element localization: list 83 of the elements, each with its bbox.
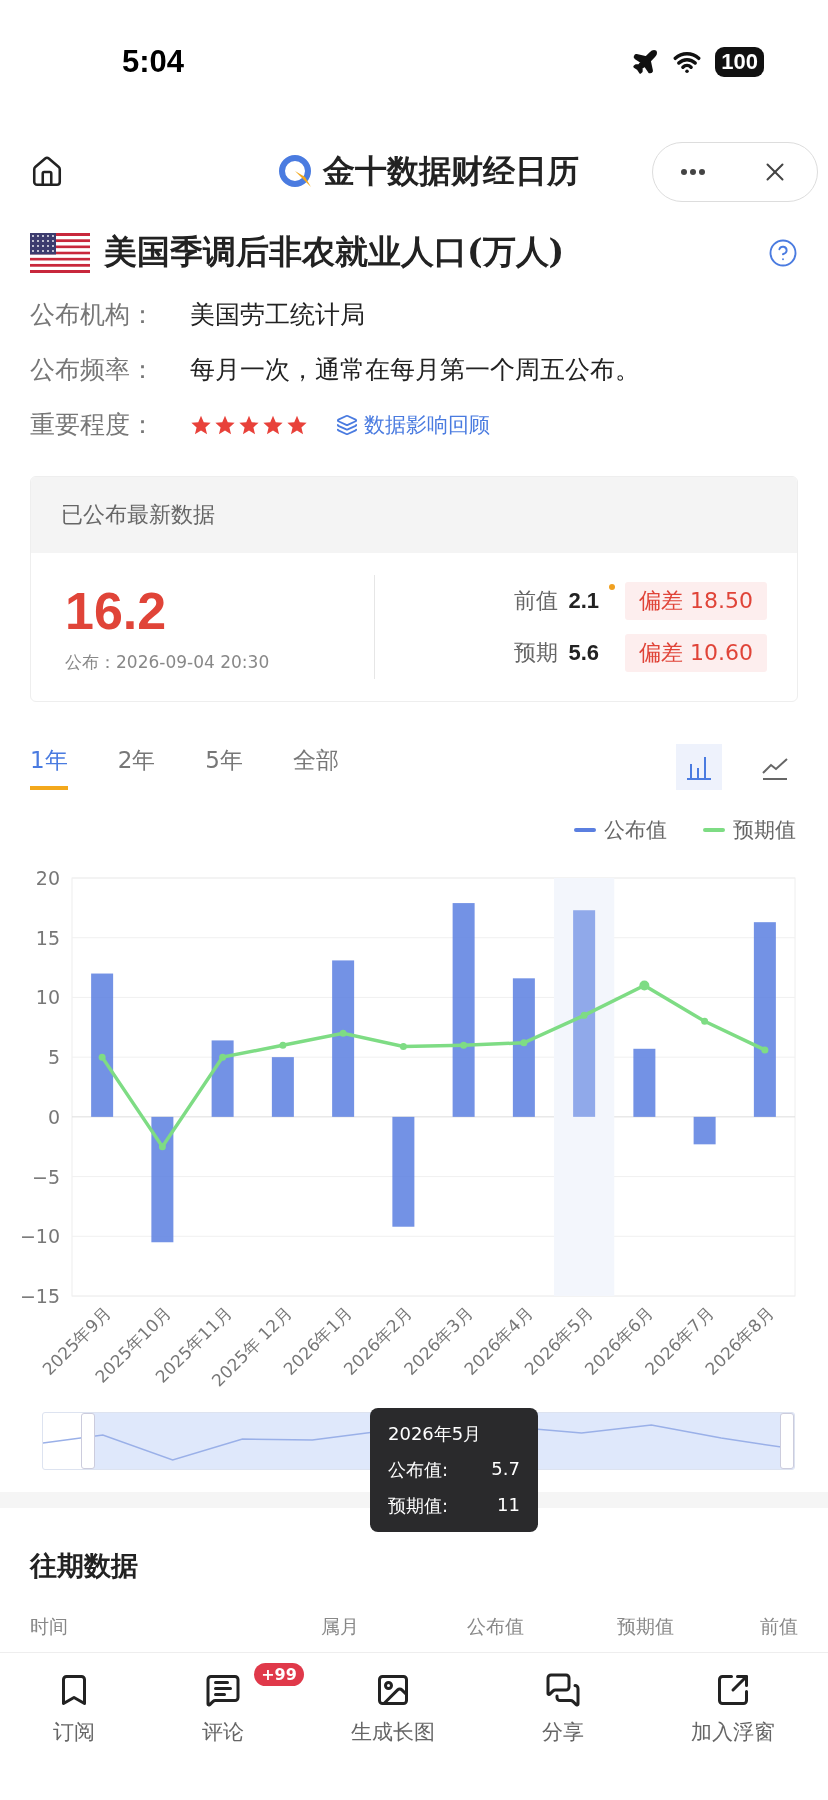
bar[interactable] xyxy=(512,978,535,1117)
info-value: 美国劳工统计局 xyxy=(190,299,365,331)
line-point xyxy=(279,1041,287,1049)
nav-button[interactable]: 订阅 xyxy=(47,1671,102,1761)
column-header: 前值 xyxy=(759,1614,798,1639)
chat-bubbles-icon xyxy=(544,1672,581,1708)
section-title: 往期数据 xyxy=(28,1549,139,1583)
bar-chart-button[interactable] xyxy=(676,744,722,790)
battery-level: 100 xyxy=(715,47,764,77)
count-badge: +99 xyxy=(254,1663,304,1686)
line-point xyxy=(761,1046,769,1054)
y-tick-label: 0 xyxy=(47,1105,60,1128)
line-point xyxy=(701,1017,709,1025)
bar[interactable] xyxy=(753,922,776,1117)
more-icon xyxy=(680,169,705,175)
value-number: 5.6 xyxy=(568,640,599,666)
status-time: 5:04 xyxy=(122,44,185,80)
nav-button[interactable]: 生成长图 xyxy=(345,1671,441,1761)
info-label: 公布频率： xyxy=(30,354,156,386)
layers-icon xyxy=(336,413,358,436)
line-point xyxy=(219,1053,227,1061)
tooltip-value: 5.7 xyxy=(491,1458,520,1481)
review-link[interactable]: 数据影响回顾 xyxy=(336,410,490,439)
range-tab[interactable]: 全部 xyxy=(292,744,339,790)
publish-time: 公布：2026-09-04 20:30 xyxy=(65,650,271,674)
line-point xyxy=(98,1053,106,1061)
y-tick-label: 15 xyxy=(35,926,60,949)
line-point xyxy=(580,1011,588,1019)
info-label: 公布机构： xyxy=(30,299,156,331)
image-icon xyxy=(375,1672,411,1708)
value-number: 2.1 xyxy=(568,588,599,614)
line-point xyxy=(639,980,650,991)
info-label: 重要程度： xyxy=(30,409,156,441)
line-point xyxy=(460,1041,468,1049)
column-header: 公布值 xyxy=(465,1614,525,1639)
bar[interactable] xyxy=(332,960,355,1117)
home-icon[interactable] xyxy=(30,155,64,189)
bar[interactable] xyxy=(211,1040,234,1117)
range-tab[interactable]: 5年 xyxy=(205,744,243,790)
line-point xyxy=(520,1039,528,1047)
info-value: 每月一次，通常在每月第一个周五公布。 xyxy=(190,354,640,386)
bar[interactable] xyxy=(693,1116,716,1145)
tooltip-label: 公布值: xyxy=(388,1458,449,1482)
tooltip-title: 2026年5月 xyxy=(388,1422,483,1446)
line-point xyxy=(339,1029,347,1037)
nav-button[interactable]: 加入浮窗 xyxy=(684,1671,781,1761)
column-header: 预期值 xyxy=(615,1614,675,1639)
y-tick-label: 10 xyxy=(35,986,60,1009)
y-tick-label: −5 xyxy=(32,1165,60,1188)
card-heading: 已公布最新数据 xyxy=(61,501,215,529)
y-tick-label: 20 xyxy=(35,868,60,889)
column-header: 时间 xyxy=(30,1614,69,1639)
flag-icon xyxy=(30,232,90,273)
y-tick-label: −15 xyxy=(19,1285,60,1307)
bar[interactable] xyxy=(271,1057,294,1117)
airplane-icon xyxy=(631,48,660,76)
indicator-title: 美国季调后非农就业人口(万人) xyxy=(104,231,566,273)
legend-item: 公布值 xyxy=(574,816,667,844)
range-tab[interactable]: 1年 xyxy=(30,744,68,790)
line-point xyxy=(399,1042,407,1050)
nav-button[interactable]: 分享 xyxy=(535,1671,590,1761)
bar[interactable] xyxy=(633,1048,656,1117)
y-tick-label: −10 xyxy=(19,1225,60,1248)
tooltip-value: 11 xyxy=(497,1494,520,1517)
tooltip-label: 预期值: xyxy=(388,1494,449,1518)
column-header: 属月 xyxy=(320,1614,360,1639)
deviation-tag: 偏差 18.50 xyxy=(625,582,767,620)
help-icon[interactable] xyxy=(768,237,798,268)
legend-item: 预期值 xyxy=(703,816,796,844)
bar[interactable] xyxy=(573,910,596,1117)
deviation-tag: 偏差 10.60 xyxy=(625,634,767,672)
bar[interactable] xyxy=(392,1116,415,1227)
bar[interactable] xyxy=(452,903,475,1117)
actual-value: 16.2 xyxy=(65,580,168,641)
bar[interactable] xyxy=(151,1116,174,1243)
range-tab[interactable]: 2年 xyxy=(117,744,156,790)
bar[interactable] xyxy=(91,973,114,1117)
value-label: 前值 xyxy=(514,587,559,615)
comment-icon xyxy=(205,1672,242,1708)
line-point xyxy=(158,1143,166,1151)
page-title: 金十数据财经日历 xyxy=(323,151,579,192)
y-tick-label: 5 xyxy=(47,1046,60,1069)
value-label: 预期 xyxy=(514,639,559,667)
